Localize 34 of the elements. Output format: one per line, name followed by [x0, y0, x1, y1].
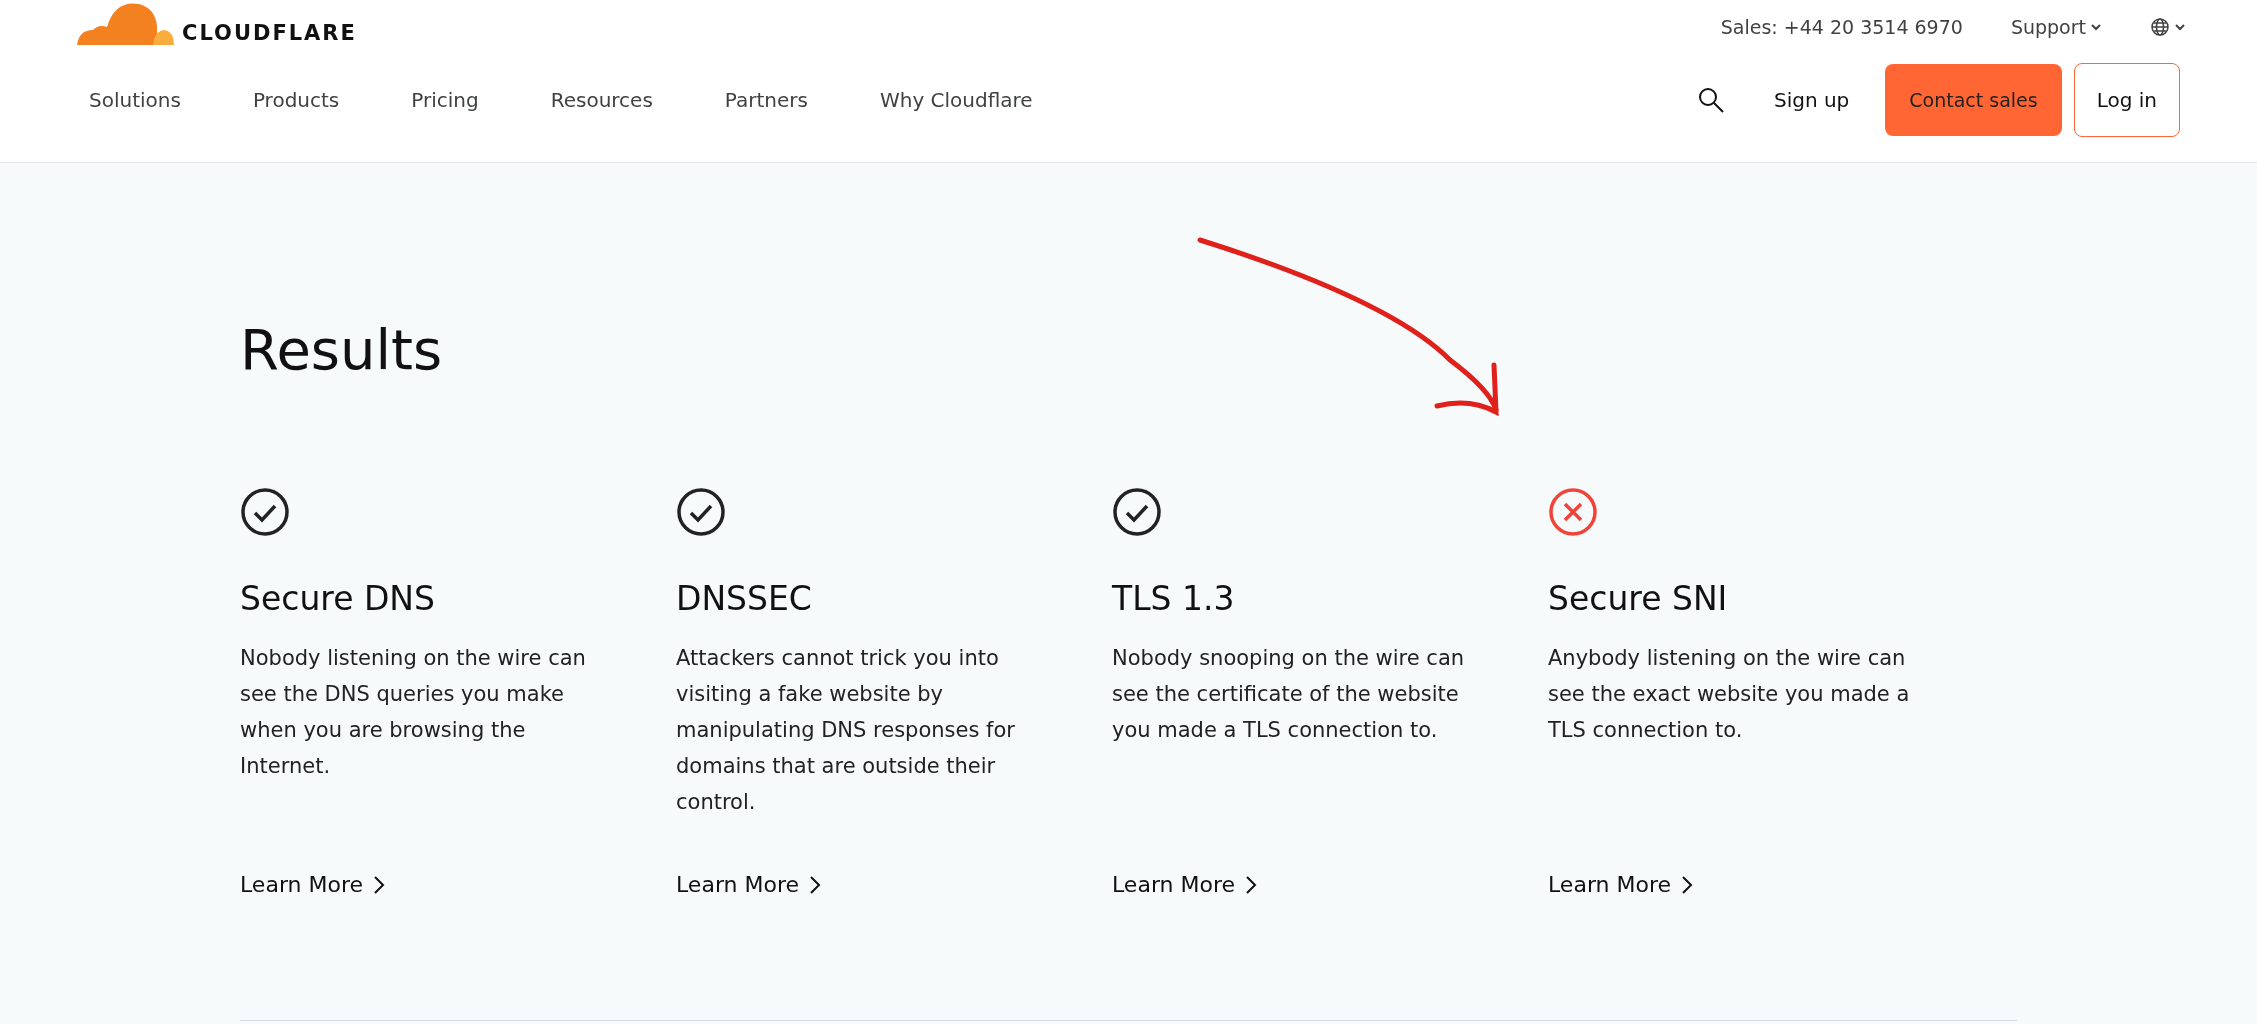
result-description: Nobody listening on the wire can see the DNS queries you make when you are browsing the Internet. [240, 645, 587, 781]
result-description: Anybody listening on the wire can see the exact website you made a TLS connection to. [1548, 645, 1911, 745]
result-title: TLS 1.3 [1112, 579, 1236, 619]
chevron-right-icon [1245, 874, 1258, 895]
result-title: Secure DNS [240, 579, 436, 619]
chevron-right-icon [1681, 874, 1694, 895]
support-menu[interactable]: Support [2010, 16, 2102, 38]
nav-link[interactable]: Pricing [411, 88, 479, 112]
caret-icon [2174, 21, 2186, 33]
result-title: DNSSEC [676, 579, 813, 619]
chevron-right-icon [373, 874, 386, 895]
cloud-logo-icon [77, 0, 174, 45]
learn-more-link[interactable]: Learn More [1112, 872, 1488, 898]
sales-phone: Sales: +44 20 3514 6970 [1720, 16, 1963, 38]
learn-more-link[interactable]: Learn More [240, 872, 616, 898]
result-title: Secure SNI [1548, 579, 1729, 619]
sign-up-link[interactable]: Sign up [1773, 88, 1850, 112]
caret-icon [2090, 21, 2102, 33]
nav-link[interactable]: Solutions [89, 88, 181, 112]
contact-sales-button[interactable]: Contact sales [1885, 64, 2062, 136]
globe-icon [2150, 17, 2170, 37]
result-description: Nobody snooping on the wire can see the certificate of the website you made a TLS connection to. [1112, 645, 1466, 745]
results-heading: Results [240, 316, 443, 384]
nav-link[interactable]: Resources [550, 88, 653, 112]
log-in-button[interactable]: Log in [2073, 63, 2180, 137]
nav-link[interactable]: Products [252, 88, 340, 112]
result-description: Attackers cannot trick you into visiting a fake website by manipulating DNS responses for domains that are outside their control. [676, 645, 1016, 817]
learn-more-link[interactable]: Learn More [1548, 872, 1924, 898]
nav-link[interactable]: Partners [724, 88, 808, 112]
logo-wordmark[interactable]: CLOUDFLARE [182, 20, 357, 45]
nav-link[interactable]: Why Cloudflare [879, 88, 1033, 112]
chevron-right-icon [809, 874, 822, 895]
learn-more-link[interactable]: Learn More [676, 872, 1052, 898]
language-menu[interactable] [2150, 17, 2186, 37]
